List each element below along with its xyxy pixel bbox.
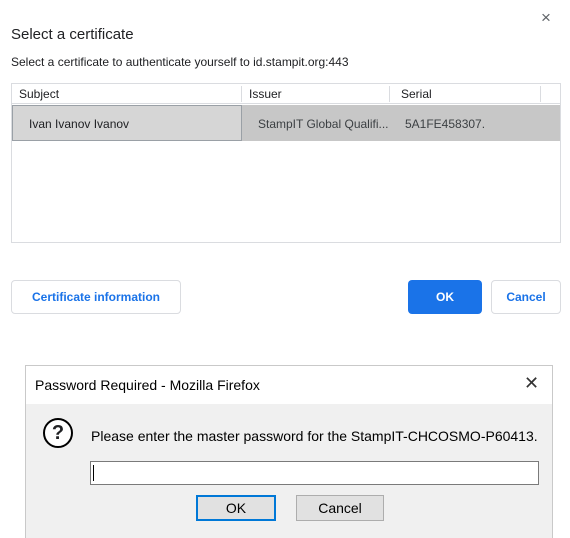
- password-prompt-message: Please enter the master password for the…: [91, 428, 538, 444]
- column-issuer[interactable]: Issuer: [249, 87, 282, 101]
- row-serial: 5A1FE458307.: [405, 117, 486, 131]
- ok-button[interactable]: OK: [196, 495, 276, 521]
- text-caret: [93, 465, 94, 481]
- close-icon[interactable]: ✕: [524, 373, 539, 394]
- column-serial[interactable]: Serial: [401, 87, 432, 101]
- window-title: Password Required - Mozilla Firefox: [35, 377, 260, 393]
- ok-button[interactable]: OK: [408, 280, 482, 314]
- close-icon[interactable]: ×: [541, 9, 551, 27]
- cancel-button[interactable]: Cancel: [491, 280, 561, 314]
- certificate-table: Subject Issuer Serial Ivan Ivanov Ivanov…: [11, 83, 561, 243]
- certificate-dialog: × Select a certificate Select a certific…: [0, 0, 570, 330]
- question-icon: ?: [43, 418, 73, 448]
- table-row[interactable]: Ivan Ivanov Ivanov StampIT Global Qualif…: [12, 105, 560, 141]
- column-divider[interactable]: [540, 86, 541, 102]
- title-bar: Password Required - Mozilla Firefox ✕: [26, 366, 552, 404]
- password-dialog: Password Required - Mozilla Firefox ✕ ? …: [25, 365, 553, 538]
- table-header: Subject Issuer Serial: [12, 84, 560, 104]
- master-password-input[interactable]: [90, 461, 539, 485]
- column-divider[interactable]: [241, 86, 242, 102]
- cancel-button[interactable]: Cancel: [296, 495, 384, 521]
- dialog-description: Select a certificate to authenticate you…: [11, 55, 349, 69]
- certificate-information-button[interactable]: Certificate information: [11, 280, 181, 314]
- dialog-title: Select a certificate: [11, 26, 134, 43]
- column-divider[interactable]: [389, 86, 390, 102]
- column-subject[interactable]: Subject: [19, 87, 59, 101]
- row-subject: Ivan Ivanov Ivanov: [12, 105, 242, 141]
- row-issuer: StampIT Global Qualifi...: [258, 117, 389, 131]
